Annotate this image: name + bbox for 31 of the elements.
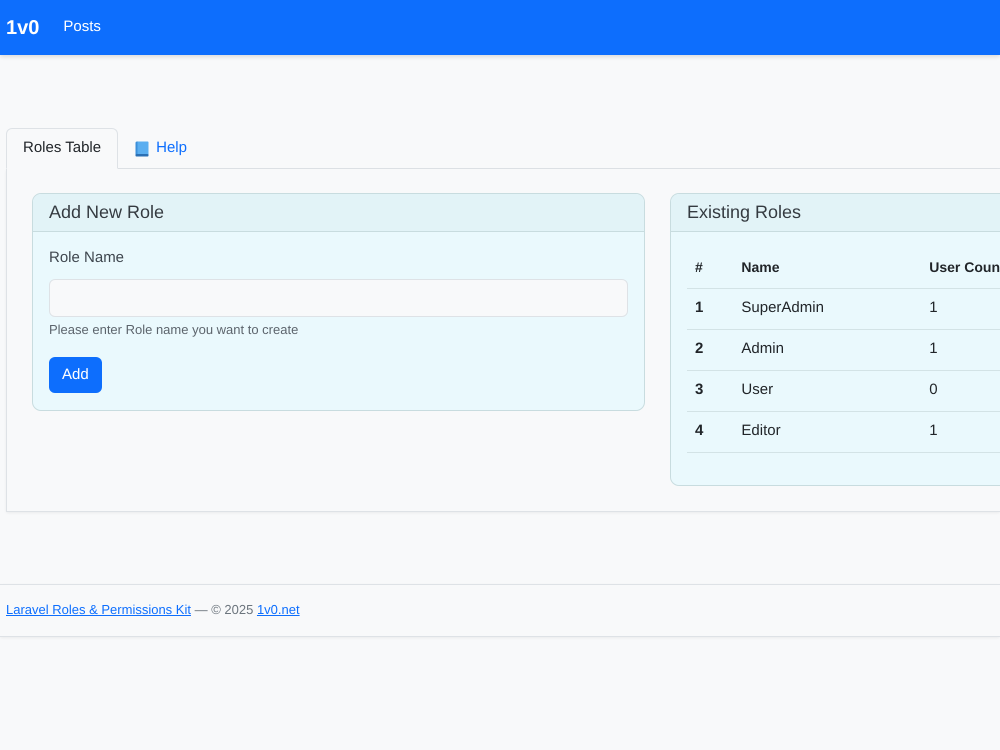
column-header: # xyxy=(695,258,703,274)
table-cell: User xyxy=(741,381,774,398)
card-title: Existing Roles xyxy=(687,201,802,224)
nav-link[interactable]: Posts xyxy=(63,16,101,39)
column-header: User Coun xyxy=(929,258,1000,274)
book-icon xyxy=(135,140,150,156)
brand-link[interactable]: 1v0 xyxy=(6,12,40,42)
tab[interactable]: Help xyxy=(118,128,204,169)
table-cell: 1 xyxy=(929,340,938,358)
field-label: Role Name xyxy=(49,249,126,267)
card-title: Add New Role xyxy=(49,201,164,224)
tab-label: Help xyxy=(156,138,187,158)
tab[interactable]: Roles Table xyxy=(6,128,118,169)
table-cell: 1 xyxy=(929,422,938,440)
help-text: Please enter Role name you want to create xyxy=(49,322,300,338)
column-header: Name xyxy=(741,258,780,274)
footer-link[interactable]: Laravel Roles & Permissions Kit xyxy=(6,602,191,618)
table-cell: Editor xyxy=(741,422,781,440)
table-cell: Admin xyxy=(741,340,784,358)
table-cell: SuperAdmin xyxy=(741,299,824,316)
tab-label: Roles Table xyxy=(23,138,102,158)
role-name-field[interactable] xyxy=(49,279,628,317)
table-cell: 3 xyxy=(695,381,704,398)
table-cell: 2 xyxy=(695,340,704,358)
table-cell: 0 xyxy=(929,381,938,398)
footer-text: Laravel Roles & Permissions Kit — © 2025 1v0.net xyxy=(6,601,300,620)
table-cell: 4 xyxy=(695,422,704,440)
site-link[interactable]: 1v0.net xyxy=(256,602,300,618)
add-button[interactable]: Add xyxy=(49,357,102,393)
table-cell: 1 xyxy=(695,299,704,316)
table-cell: 1 xyxy=(929,299,938,316)
